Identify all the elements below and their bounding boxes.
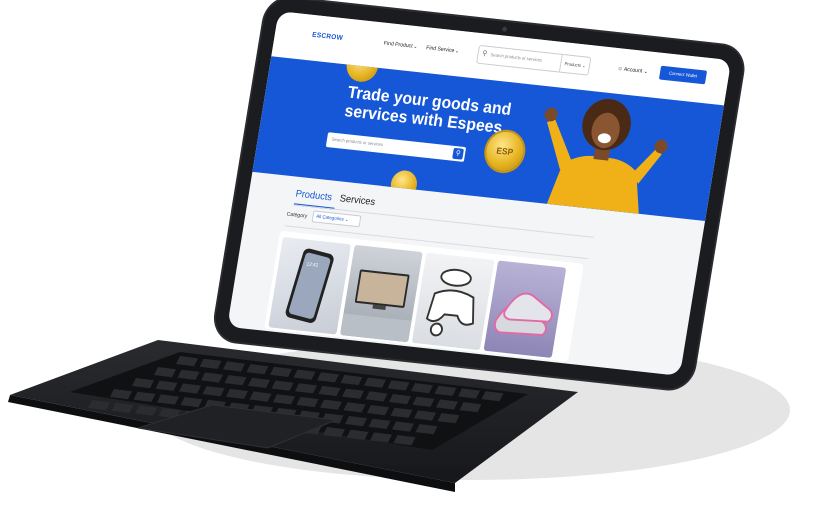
tab-services-label: Services: [338, 193, 376, 209]
search-scope-value: Products: [564, 61, 582, 68]
account-label: Account: [623, 66, 643, 75]
search-icon: ⚲: [481, 50, 488, 58]
connect-wallet-button[interactable]: Connect Wallet: [658, 65, 708, 85]
product-card-sneakers[interactable]: [483, 260, 567, 358]
television-image: [340, 269, 412, 343]
hero-title: Trade your goods and services with Espee…: [343, 82, 513, 137]
product-grid: 12:42: [264, 230, 584, 362]
header-search-placeholder: Search products or services: [490, 52, 543, 63]
account-menu[interactable]: ☺ Account ⌄: [617, 66, 648, 75]
camera-dot: [501, 26, 508, 32]
nav-find-service-label: Find Service: [425, 45, 455, 55]
cheering-person-image: [544, 98, 668, 214]
product-card-game-controller[interactable]: [411, 252, 495, 351]
category-select[interactable]: All Categories ⌄: [311, 210, 362, 228]
hero-search[interactable]: Search products or services ⚲: [325, 132, 467, 162]
nav-find-product[interactable]: Find Product⌄: [383, 41, 417, 51]
phone-clock: 12:42: [306, 261, 319, 269]
tab-products-label: Products: [294, 188, 333, 204]
user-icon: ☺: [617, 65, 624, 73]
sneakers-image: [493, 292, 553, 337]
nav-find-product-label: Find Product: [383, 40, 414, 50]
tablet-screen: ESCROW Find Product⌄ Find Service⌄ ⚲ Sea…: [227, 11, 732, 376]
chevron-down-icon: ⌄: [344, 217, 349, 224]
product-card-television[interactable]: [340, 244, 423, 343]
chevron-down-icon: ⌄: [454, 48, 460, 55]
tablet-bezel: ESCROW Find Product⌄ Find Service⌄ ⚲ Sea…: [212, 0, 747, 391]
tab-services[interactable]: Services: [339, 193, 376, 208]
espees-coin: ESP: [483, 129, 527, 173]
product-card-smartphone[interactable]: 12:42: [268, 237, 352, 335]
category-value: All Categories: [315, 214, 345, 223]
tablet-device: ESCROW Find Product⌄ Find Service⌄ ⚲ Sea…: [212, 0, 747, 391]
device-mockup-scene: ESCROW Find Product⌄ Find Service⌄ ⚲ Sea…: [0, 0, 814, 510]
nav-find-service[interactable]: Find Service⌄: [426, 45, 460, 54]
chevron-down-icon: ⌄: [412, 43, 418, 51]
game-controller-image: [425, 268, 475, 337]
tab-products[interactable]: Products: [295, 189, 333, 204]
search-scope-select[interactable]: Products ⌄: [559, 54, 591, 75]
smartphone-image: [285, 248, 334, 323]
logo[interactable]: ESCROW: [312, 32, 344, 42]
search-icon[interactable]: ⚲: [452, 147, 464, 160]
category-label: Category: [286, 211, 308, 220]
header-search[interactable]: ⚲ Search products or services Products ⌄: [476, 44, 592, 76]
hero-search-placeholder: Search products or services: [331, 136, 384, 148]
chevron-down-icon: ⌄: [643, 68, 649, 76]
coin-mark: ESP: [495, 145, 514, 158]
coin-decoration: [388, 169, 420, 200]
